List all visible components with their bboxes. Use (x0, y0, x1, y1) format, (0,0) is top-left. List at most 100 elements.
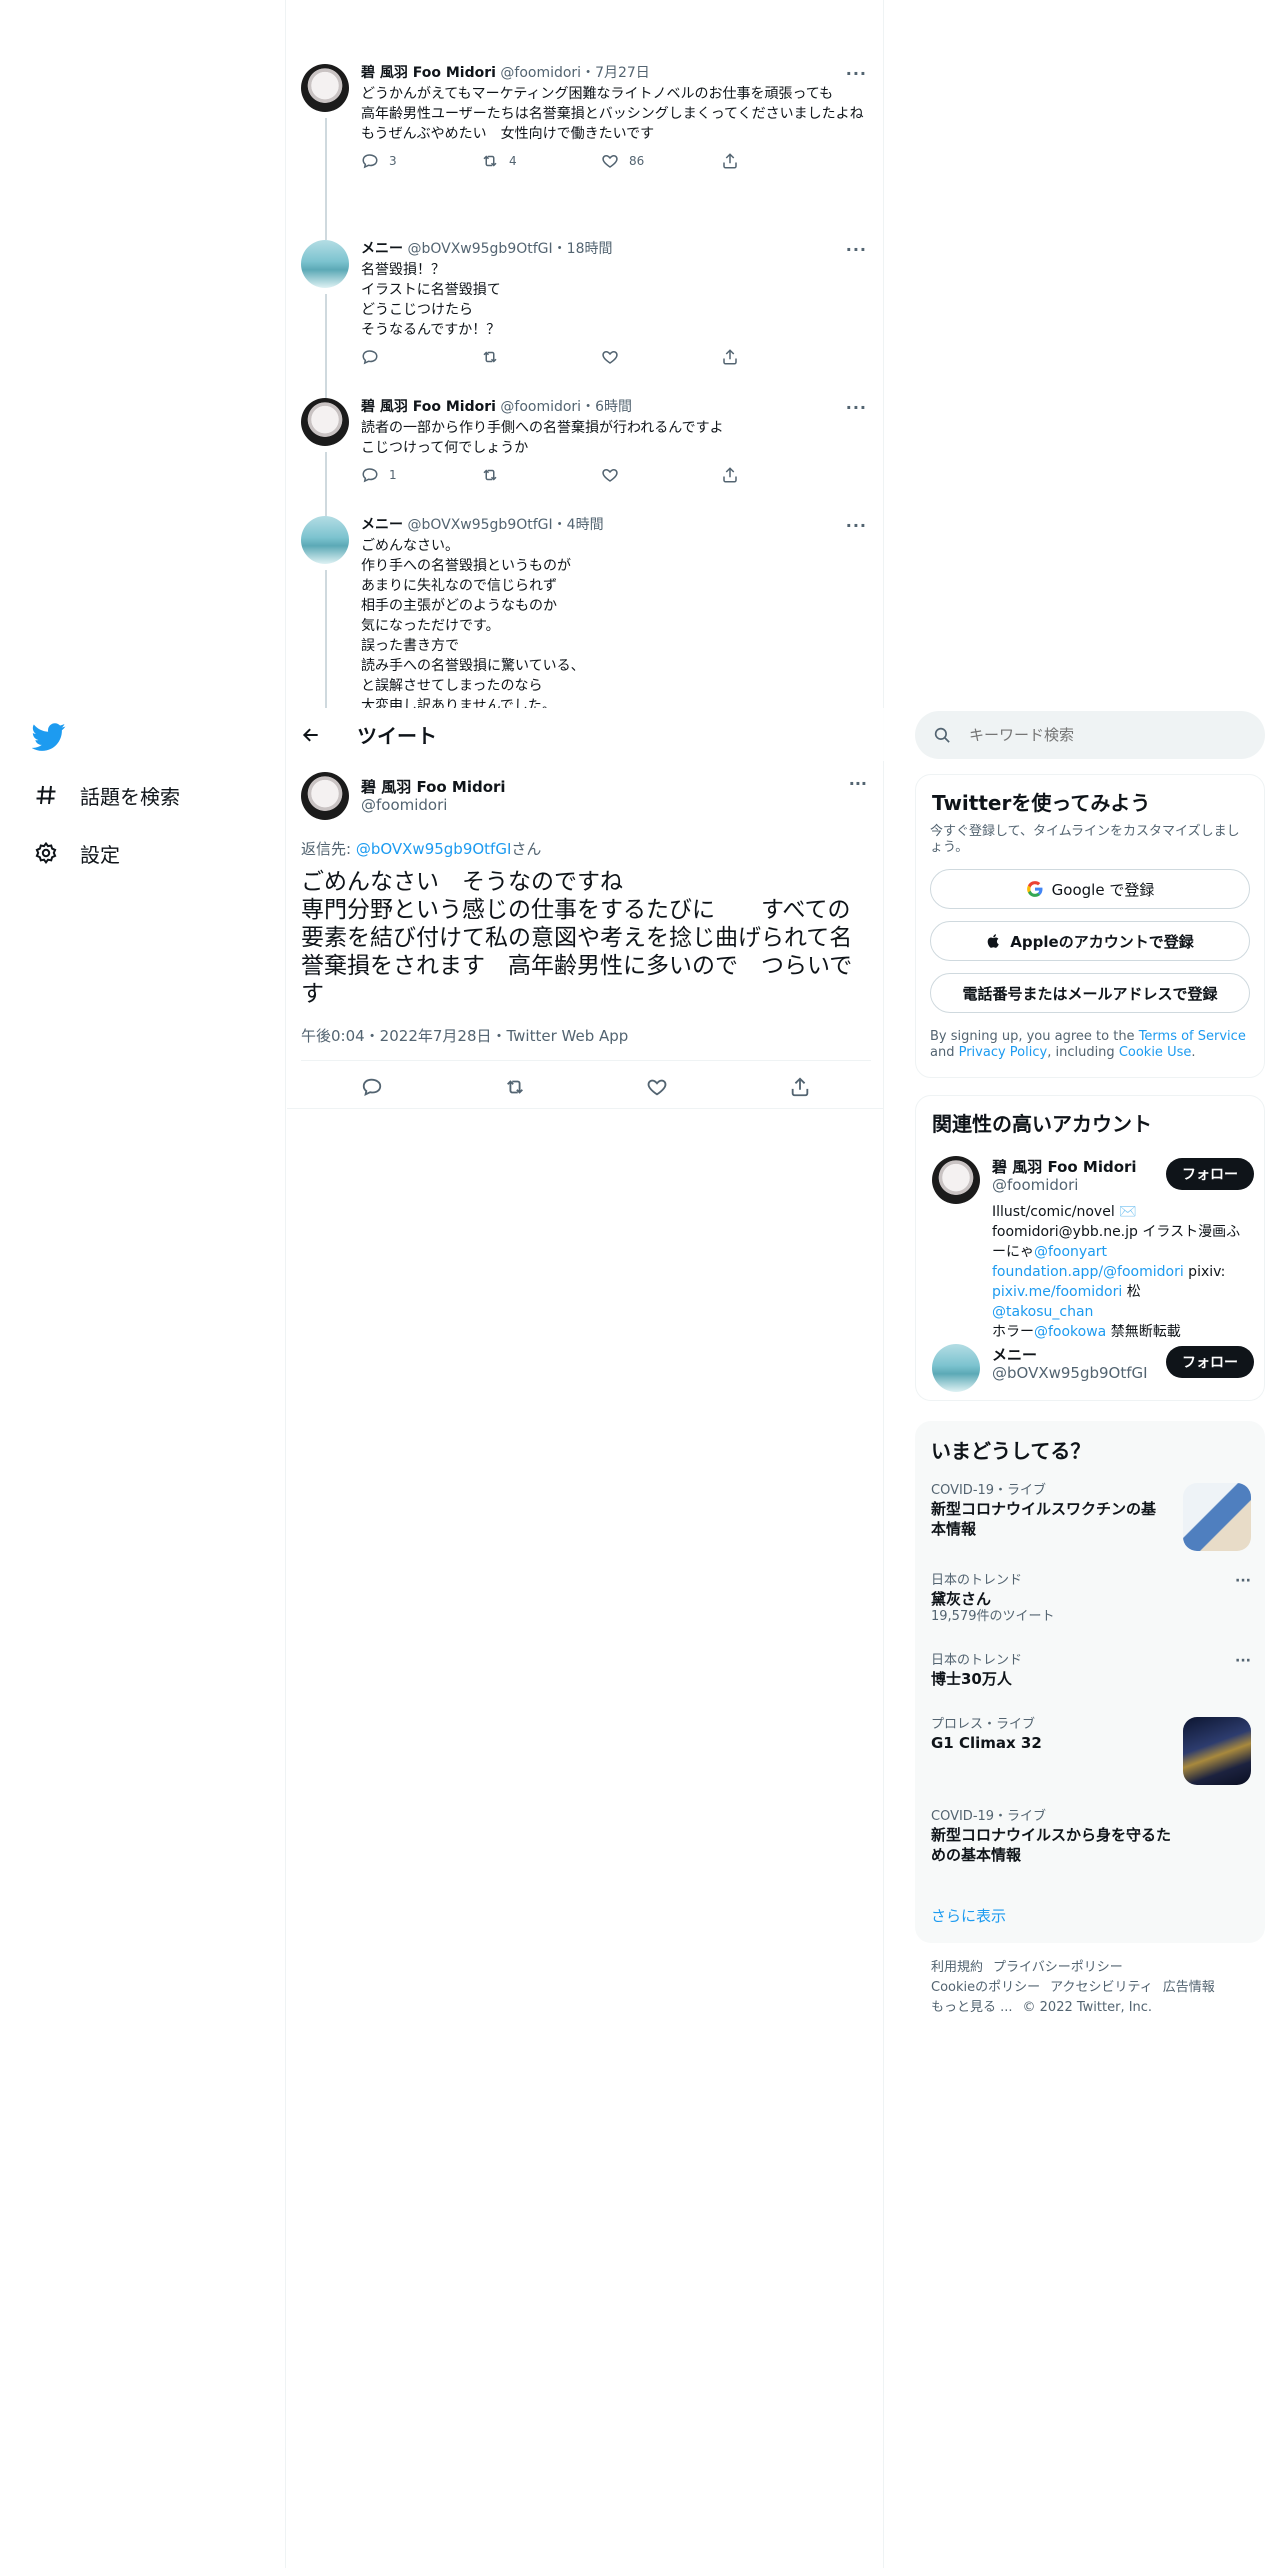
follow-button[interactable]: フォロー (1166, 1158, 1254, 1190)
author-name[interactable]: 碧 風羽 Foo Midori (361, 776, 506, 797)
replying-to: 返信先: @bOVXw95gb9OtfGIさん (301, 838, 541, 859)
separator: ・ (581, 65, 596, 81)
divider (301, 1060, 871, 1061)
retweet-icon (483, 351, 497, 363)
more-options-icon[interactable]: ··· (846, 64, 867, 83)
account-name[interactable]: 碧 風羽 Foo Midori (992, 1156, 1137, 1177)
account-row[interactable]: メニー @bOVXw95gb9OtfGI フォロー (932, 1344, 1254, 1394)
tweet-time[interactable]: 18時間 (567, 241, 613, 257)
signup-card: Twitterを使ってみよう 今すぐ登録して、タイムラインをカスタマイズしましょ… (915, 774, 1265, 1078)
avatar[interactable] (301, 240, 349, 288)
tweet-time[interactable]: 7月27日 (595, 65, 650, 81)
search-input[interactable] (969, 726, 1219, 744)
author-name[interactable]: メニー (361, 517, 403, 533)
trend-item[interactable]: 日本のトレンド 黛灰さん 19,579件のツイート ··· (931, 1573, 1251, 1625)
search-icon (934, 727, 950, 743)
reply-button[interactable] (361, 1076, 383, 1102)
retweet-button[interactable] (481, 466, 551, 484)
back-button[interactable] (301, 725, 341, 745)
reply-button[interactable] (361, 348, 431, 366)
like-button[interactable] (646, 1076, 668, 1102)
avatar[interactable] (301, 516, 349, 564)
privacy-policy-link[interactable]: Privacy Policy (959, 1045, 1048, 1060)
tweet-time[interactable]: 6時間 (595, 399, 632, 415)
google-signup-button[interactable]: Google で登録 (930, 869, 1250, 909)
author-name[interactable]: 碧 風羽 Foo Midori (361, 399, 496, 415)
avatar[interactable] (932, 1156, 980, 1204)
tweet-meta[interactable]: 午後0:04・2022年7月28日・Twitter Web App (301, 1025, 628, 1046)
bio-link[interactable]: @takosu_chan (992, 1304, 1093, 1320)
trend-item[interactable]: プロレス・ライブ G1 Climax 32 (931, 1717, 1251, 1789)
more-options-icon[interactable]: ··· (846, 240, 867, 259)
like-button[interactable]: 86 (601, 152, 671, 170)
footer-link[interactable]: Cookieのポリシー (931, 1980, 1040, 1995)
more-options-icon[interactable]: ··· (1235, 1573, 1251, 1589)
share-button[interactable] (721, 466, 791, 484)
terms-of-service-link[interactable]: Terms of Service (1139, 1029, 1246, 1044)
bio-link[interactable]: @foonyart (1034, 1244, 1107, 1260)
show-more-link[interactable]: さらに表示 (931, 1905, 1006, 1926)
nav-explore[interactable]: 話題を検索 (32, 775, 180, 815)
author-handle[interactable]: @foomidori (500, 399, 581, 415)
footer-link[interactable]: プライバシーポリシー (993, 1960, 1123, 1975)
share-button[interactable] (721, 348, 791, 366)
trend-item[interactable]: COVID-19・ライブ 新型コロナウイルスワクチンの基本情報 (931, 1483, 1251, 1555)
search-bar[interactable] (915, 711, 1265, 759)
trends-title: いまどうしてる？ (931, 1439, 1091, 1463)
account-handle[interactable]: @bOVXw95gb9OtfGI (992, 1364, 1148, 1382)
bio-link[interactable]: pixiv.me/foomidori (992, 1284, 1122, 1300)
bio-text: pixiv: (1183, 1264, 1226, 1280)
follow-button[interactable]: フォロー (1166, 1346, 1254, 1378)
bio-text: Illust/comic/novel ✉️ foomidori@ybb.ne.j… (992, 1204, 1241, 1260)
more-options-icon[interactable]: ··· (846, 516, 867, 535)
more-options-icon[interactable]: ··· (849, 774, 867, 793)
phone-email-signup-button[interactable]: 電話番号またはメールアドレスで登録 (930, 973, 1250, 1013)
more-options-icon[interactable]: ··· (846, 398, 867, 417)
thread-context: 碧 風羽 Foo Midori @foomidori・7月27日 ··· どうか… (287, 0, 884, 708)
retweet-button[interactable]: 4 (481, 152, 551, 170)
like-button[interactable] (601, 466, 671, 484)
nav-settings-label: 設定 (80, 842, 120, 867)
avatar[interactable] (301, 64, 349, 112)
like-button[interactable] (601, 348, 671, 366)
reply-button[interactable]: 1 (361, 466, 431, 484)
author-handle[interactable]: @bOVXw95gb9OtfGI (407, 517, 552, 533)
trend-item[interactable]: 日本のトレンド 博士30万人 ··· (931, 1653, 1251, 1689)
bio-link[interactable]: @fookowa (1034, 1324, 1106, 1340)
reply-icon (362, 350, 378, 365)
footer-link[interactable]: 広告情報 (1163, 1980, 1215, 1995)
bio-link[interactable]: foundation.app/@foomidori (992, 1264, 1184, 1280)
author-handle[interactable]: @foomidori (500, 65, 581, 81)
cookie-use-link[interactable]: Cookie Use (1119, 1045, 1192, 1060)
twitter-bird-icon[interactable] (32, 720, 66, 754)
trend-item[interactable]: COVID-19・ライブ 新型コロナウイルスから身を守るための基本情報 (931, 1809, 1251, 1865)
account-handle[interactable]: @foomidori (992, 1176, 1078, 1194)
reply-icon (363, 1078, 382, 1096)
share-button[interactable] (721, 152, 791, 170)
account-row[interactable]: 碧 風羽 Foo Midori @foomidori フォロー Illust/c… (932, 1156, 1254, 1340)
avatar[interactable] (932, 1344, 980, 1392)
reply-count: 1 (389, 468, 397, 482)
footer-link[interactable]: もっと見る ... (931, 2000, 1013, 2015)
tweet-time[interactable]: 4時間 (567, 517, 604, 533)
author-handle[interactable]: @bOVXw95gb9OtfGI (407, 241, 552, 257)
nav-settings[interactable]: 設定 (32, 833, 120, 873)
author-handle[interactable]: @foomidori (361, 796, 447, 814)
trend-title: 新型コロナウイルスワクチンの基本情報 (931, 1500, 1157, 1538)
footer-link[interactable]: 利用規約 (931, 1960, 983, 1975)
focused-tweet-actions (301, 1066, 871, 1112)
account-name[interactable]: メニー (992, 1344, 1037, 1365)
author-name[interactable]: メニー (361, 241, 403, 257)
reply-button[interactable]: 3 (361, 152, 431, 170)
apple-signup-button[interactable]: Appleのアカウントで登録 (930, 921, 1250, 961)
retweet-button[interactable] (504, 1076, 526, 1102)
trends-card: いまどうしてる？ COVID-19・ライブ 新型コロナウイルスワクチンの基本情報… (915, 1421, 1265, 1943)
retweet-button[interactable] (481, 348, 551, 366)
more-options-icon[interactable]: ··· (1235, 1653, 1251, 1669)
avatar[interactable] (301, 398, 349, 446)
avatar[interactable] (301, 772, 349, 820)
footer-link[interactable]: アクセシビリティ (1050, 1980, 1153, 1995)
author-name[interactable]: 碧 風羽 Foo Midori (361, 65, 496, 81)
share-button[interactable] (789, 1076, 811, 1102)
reply-to-handle-link[interactable]: @bOVXw95gb9OtfGI (356, 840, 512, 858)
